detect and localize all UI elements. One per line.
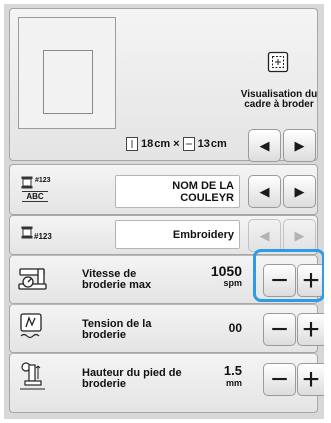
spool-icon — [21, 176, 33, 189]
frame-preview-area — [18, 17, 116, 129]
left-arrow-icon: ◀ — [259, 184, 270, 199]
foot-height-value: 1.5 mm — [200, 363, 242, 389]
thread-brand-display: Embroidery — [115, 220, 240, 249]
frame-prev-button[interactable]: ◀ — [248, 129, 281, 162]
times-sign: × — [173, 138, 180, 150]
width-frame-icon — [182, 137, 195, 151]
minus-icon: − — [270, 312, 289, 346]
tension-dial-icon — [20, 313, 42, 339]
speed-value: 1050 spm — [200, 264, 242, 288]
thread-brand-label: ABC — [22, 191, 48, 202]
foot-height-decrease-button[interactable]: − — [263, 363, 296, 396]
frame-width-unit: cm — [154, 138, 171, 150]
frame-preview-panel: Visualisation du cadre à broder 18 cm × … — [9, 8, 318, 162]
thread-number-icon[interactable]: #123 — [21, 226, 52, 246]
frame-height-unit: cm — [210, 138, 227, 150]
sewing-machine-speed-icon — [18, 268, 47, 290]
selection-highlight — [253, 249, 324, 302]
left-arrow-icon: ◀ — [259, 228, 270, 243]
foot-height-unit: mm — [225, 378, 242, 388]
frame-width-value: 18 — [141, 138, 154, 150]
right-arrow-icon: ▶ — [294, 138, 305, 153]
setting-row-tension: Tension de la broderie 00 − — [9, 304, 318, 353]
brand-next-button[interactable]: ▶ — [283, 219, 316, 252]
presser-foot-icon — [20, 362, 45, 390]
thread-color-name-icon[interactable]: #123 ABC — [21, 176, 51, 204]
frame-view-icon — [267, 51, 289, 73]
frame-preview-button[interactable] — [267, 51, 289, 73]
setting-row-foot-height: Hauteur du pied de broderie 1.5 mm − — [9, 353, 318, 413]
frame-height-value: 13 — [197, 138, 210, 150]
brand-prev-button[interactable]: ◀ — [248, 219, 281, 252]
plus-icon: + — [302, 312, 320, 346]
speed-label: Vitesse de broderie max — [82, 268, 152, 291]
right-arrow-icon: ▶ — [294, 228, 305, 243]
foot-height-label: Hauteur du pied de broderie — [82, 367, 182, 390]
speed-unit: spm — [223, 278, 242, 288]
thread-color-name-display: NOM DE LA COULEYR — [115, 175, 240, 208]
tension-number: 00 — [228, 321, 242, 335]
tension-label: Tension de la broderie — [82, 318, 152, 341]
thread-color-panel: #123 ABC NOM DE LA COULEYR ◀ ▶ — [9, 164, 318, 215]
frame-size-readout: 18 cm × 13 cm — [126, 137, 227, 151]
tension-decrease-button[interactable]: − — [263, 313, 296, 346]
left-arrow-icon: ◀ — [259, 138, 270, 153]
foot-height-number: 1.5 — [223, 363, 242, 378]
right-arrow-icon: ▶ — [294, 184, 305, 199]
tension-increase-face[interactable]: + — [297, 313, 324, 346]
thread-code-label: #123 — [35, 177, 51, 184]
plus-icon: + — [302, 362, 320, 396]
tension-value: 00 — [200, 322, 242, 334]
color-next-button[interactable]: ▶ — [283, 175, 316, 208]
frame-next-button[interactable]: ▶ — [283, 129, 316, 162]
thread-code-label: #123 — [34, 232, 52, 241]
embroidery-area-outline — [43, 50, 93, 114]
height-frame-icon — [126, 137, 138, 151]
color-prev-button[interactable]: ◀ — [248, 175, 281, 208]
spool-icon — [21, 226, 33, 239]
foot-height-increase-face[interactable]: + — [297, 363, 324, 396]
speed-number: 1050 — [210, 263, 242, 279]
embroidery-settings-screen: Visualisation du cadre à broder 18 cm × … — [4, 4, 324, 419]
frame-view-label: Visualisation du cadre à broder — [240, 89, 318, 110]
minus-icon: − — [270, 362, 289, 396]
